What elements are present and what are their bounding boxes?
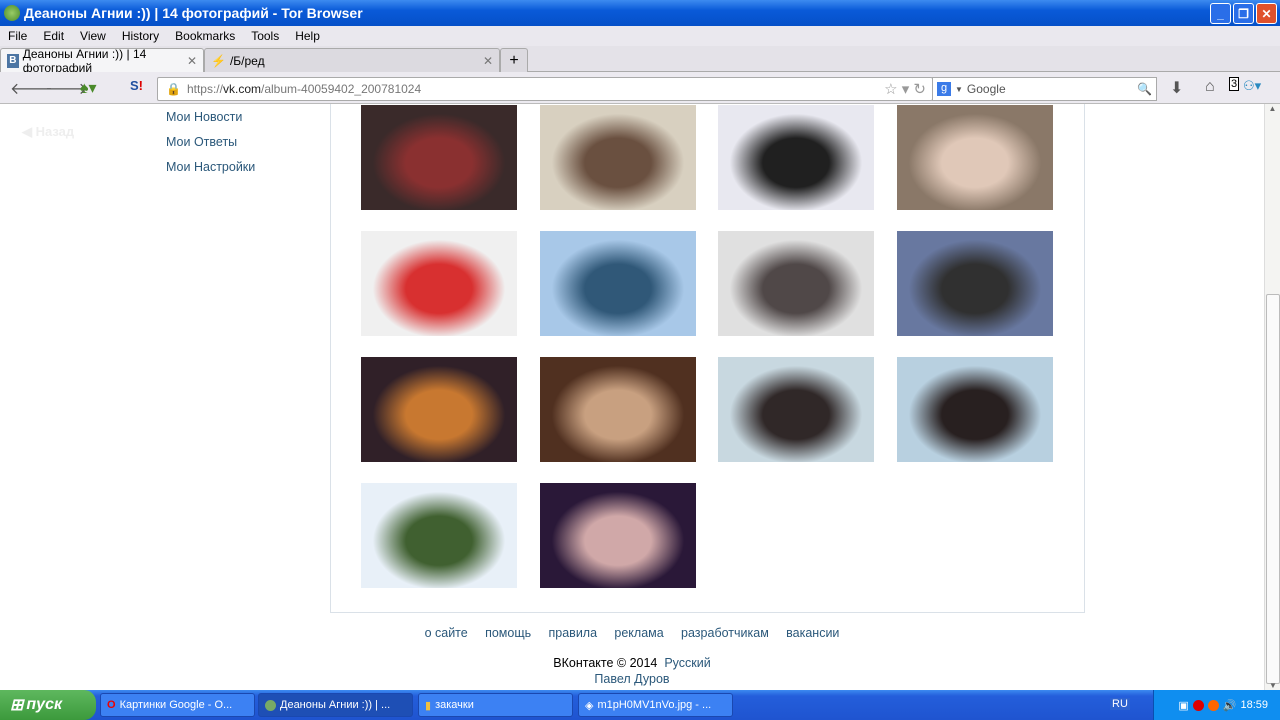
opera-icon: O — [107, 699, 116, 711]
footer-link-jobs[interactable]: вакансии — [786, 626, 839, 640]
addon-icon[interactable]: ⚇▾ — [1243, 78, 1261, 94]
taskbar: ⊞ пуск O Картинки Google - O... Деаноны Аг… — [0, 690, 1280, 720]
new-tab-button[interactable]: + — [500, 48, 528, 72]
copyright: ВКонтакте © 2014 — [553, 656, 658, 670]
album-photo[interactable] — [540, 483, 696, 588]
tab-vk-album[interactable]: B Деаноны Агнии :)) | 14 фотографий ✕ — [0, 46, 204, 75]
album-photo[interactable] — [361, 231, 517, 336]
footer: о сайте помощь правила реклама разработч… — [0, 626, 1264, 686]
badge-count: 3 — [1229, 77, 1240, 91]
image-viewer-icon: ◈ — [585, 699, 594, 712]
album-photo[interactable] — [718, 231, 874, 336]
menu-bar: File Edit View History Bookmarks Tools H… — [0, 26, 1280, 46]
menu-view[interactable]: View — [72, 29, 114, 43]
task-tor-browser[interactable]: Деаноны Агнии :)) | ... — [258, 693, 413, 717]
volume-icon[interactable]: 🔊 — [1223, 699, 1237, 712]
album-photo[interactable] — [361, 483, 517, 588]
author-link[interactable]: Павел Дуров — [0, 672, 1264, 686]
scroll-down-icon[interactable]: ▼ — [1265, 681, 1280, 690]
folder-icon: ▮ — [425, 699, 432, 712]
album-photo[interactable] — [540, 105, 696, 210]
album-photo[interactable] — [361, 357, 517, 462]
menu-bookmarks[interactable]: Bookmarks — [167, 29, 243, 43]
tab-label: /Б/ред — [229, 53, 265, 68]
footer-link-rules[interactable]: правила — [549, 626, 598, 640]
lock-icon: 🔒 — [166, 82, 181, 96]
navigation-toolbar: 🡐 🡒 ♠▾ S! 🔒 https://vk.com/album-4005940… — [0, 72, 1280, 104]
album-photo[interactable] — [540, 357, 696, 462]
home-icon[interactable]: ⌂ — [1205, 78, 1215, 96]
download-icon[interactable]: ⬇ — [1170, 78, 1183, 98]
footer-link-about[interactable]: о сайте — [425, 626, 468, 640]
task-opera[interactable]: O Картинки Google - O... — [100, 693, 255, 717]
task-folder[interactable]: ▮ закачки — [418, 693, 573, 717]
footer-link-help[interactable]: помощь — [485, 626, 531, 640]
album-photo[interactable] — [718, 357, 874, 462]
google-icon[interactable]: g — [937, 82, 951, 96]
nav-my-settings[interactable]: Мои Настройки — [166, 160, 255, 185]
tab-bred[interactable]: ⚡ /Б/ред ✕ — [204, 48, 500, 72]
album-photo[interactable] — [540, 231, 696, 336]
left-nav: Мои Новости Мои Ответы Мои Настройки — [166, 110, 255, 185]
menu-edit[interactable]: Edit — [35, 29, 72, 43]
tor-globe-icon — [4, 5, 20, 21]
system-tray: ▣ 🔊 18:59 — [1153, 690, 1280, 720]
footer-link-ads[interactable]: реклама — [614, 626, 663, 640]
menu-file[interactable]: File — [0, 29, 35, 43]
chevron-down-icon[interactable]: ▼ — [955, 85, 963, 94]
scroll-up-icon[interactable]: ▲ — [1265, 104, 1280, 113]
app-tray-icon[interactable] — [1207, 699, 1219, 711]
album-photo[interactable] — [897, 105, 1053, 210]
lightning-icon: ⚡ — [211, 53, 226, 68]
menu-help[interactable]: Help — [287, 29, 328, 43]
menu-history[interactable]: History — [114, 29, 167, 43]
album-photo[interactable] — [897, 231, 1053, 336]
bookmark-star-icon[interactable]: ☆ ▾ ↻ — [884, 80, 926, 98]
search-icon[interactable]: 🔍 — [1137, 82, 1152, 96]
album-photo[interactable] — [897, 357, 1053, 462]
language-link[interactable]: Русский — [664, 656, 710, 670]
start-button[interactable]: ⊞ пуск — [0, 690, 96, 720]
noscript-icon[interactable]: S! — [130, 78, 143, 93]
clock: 18:59 — [1240, 699, 1268, 711]
address-bar[interactable]: 🔒 https://vk.com/album-40059402_20078102… — [157, 77, 933, 101]
footer-link-developers[interactable]: разработчикам — [681, 626, 769, 640]
restore-button[interactable]: ❐ — [1233, 3, 1254, 24]
nav-my-news[interactable]: Мои Новости — [166, 110, 255, 135]
nav-my-answers[interactable]: Мои Ответы — [166, 135, 255, 160]
album-photo[interactable] — [718, 105, 874, 210]
vk-icon: B — [7, 53, 19, 68]
close-button[interactable]: ✕ — [1256, 3, 1277, 24]
menu-tools[interactable]: Tools — [243, 29, 287, 43]
network-icon[interactable]: ▣ — [1178, 699, 1188, 712]
tor-button-icon[interactable]: ♠▾ — [80, 78, 97, 98]
album-container — [330, 104, 1085, 613]
back-link[interactable]: ◀ Назад — [22, 124, 74, 140]
antivirus-icon[interactable] — [1192, 699, 1204, 711]
close-tab-icon[interactable]: ✕ — [187, 54, 197, 68]
tab-bar: B Деаноны Агнии :)) | 14 фотографий ✕ ⚡ … — [0, 46, 1280, 75]
windows-flag-icon: ⊞ — [10, 697, 24, 714]
window-title: Деаноны Агнии :)) | 14 фотографий - Tor … — [24, 5, 363, 21]
page-content: ◀ Назад Мои Новости Мои Ответы Мои Настр… — [0, 104, 1264, 690]
minimize-button[interactable]: _ — [1210, 3, 1231, 24]
close-tab-icon[interactable]: ✕ — [483, 54, 493, 68]
title-bar: Деаноны Агнии :)) | 14 фотографий - Tor … — [0, 0, 1280, 26]
album-photo[interactable] — [361, 105, 517, 210]
search-box[interactable]: g ▼ Google 🔍 — [932, 77, 1157, 101]
vertical-scrollbar[interactable]: ▲ ▼ — [1264, 104, 1280, 690]
language-indicator[interactable]: RU — [1110, 698, 1130, 710]
scrollbar-thumb[interactable] — [1266, 294, 1280, 684]
tab-label: Деаноны Агнии :)) | 14 фотографий — [22, 46, 147, 75]
tor-globe-icon — [265, 699, 276, 711]
task-image-viewer[interactable]: ◈ m1pH0MV1nVo.jpg - ... — [578, 693, 733, 717]
